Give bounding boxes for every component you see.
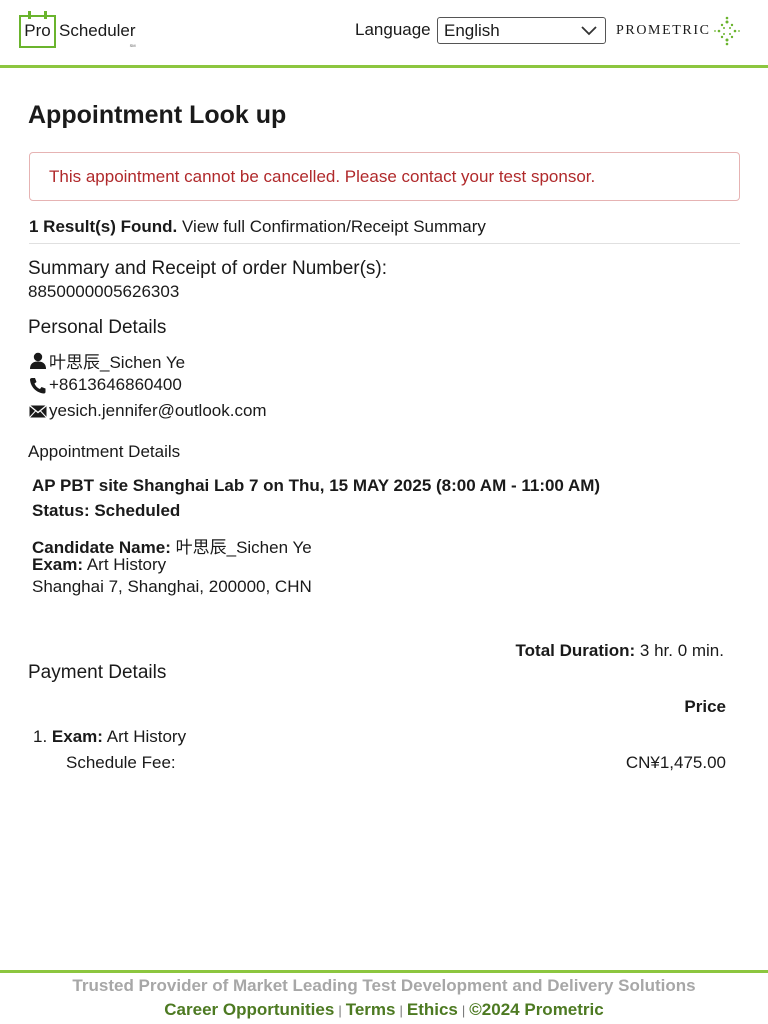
personal-email-row: yesich.jennifer@outlook.com bbox=[29, 401, 267, 421]
footer-divider bbox=[0, 970, 768, 973]
payment-item-value: Art History bbox=[106, 727, 187, 746]
test-center-address: Shanghai 7, Shanghai, 200000, CHN bbox=[32, 577, 312, 596]
footer-links: Career Opportunities | Terms | Ethics | ©2024 … bbox=[0, 1000, 768, 1020]
header: Pro Scheduler SM Language English PROMET… bbox=[0, 0, 768, 68]
personal-name-row: 叶思辰_Sichen Ye bbox=[29, 348, 185, 373]
duration-label: Total Duration: bbox=[515, 641, 636, 660]
footer-separator: | bbox=[399, 1003, 403, 1018]
exam-label: Exam: bbox=[32, 555, 84, 574]
language-selected-value: English bbox=[444, 20, 500, 40]
appointment-details-heading: Appointment Details bbox=[28, 442, 181, 461]
copyright-link[interactable]: ©2024 Prometric bbox=[469, 1000, 603, 1019]
payment-details-heading: Payment Details bbox=[28, 662, 167, 683]
exam-row: Exam: Art History bbox=[32, 555, 166, 575]
logo-word-text: Scheduler bbox=[59, 21, 136, 40]
prometric-wordmark: PROMETRIC bbox=[616, 23, 711, 38]
appointment-site: AP PBT site Shanghai Lab 7 on Thu, 15 MA… bbox=[32, 476, 601, 495]
logo-word: Scheduler SM bbox=[59, 21, 136, 48]
payment-item-label: Exam: bbox=[51, 727, 103, 746]
divider bbox=[29, 243, 740, 244]
order-number: 8850000005626303 bbox=[28, 282, 180, 301]
price-column-header: Price bbox=[684, 697, 726, 716]
user-icon bbox=[30, 352, 46, 369]
schedule-fee-value: CN¥1,475.00 bbox=[625, 753, 726, 772]
language-label: Language bbox=[355, 20, 431, 39]
personal-phone-row: +8613646860400 bbox=[29, 375, 182, 395]
ethics-link[interactable]: Ethics bbox=[407, 1000, 458, 1019]
appointment-status: Status: Scheduled bbox=[32, 501, 181, 520]
footer-tagline: Trusted Provider of Market Leading Test … bbox=[72, 976, 696, 995]
career-opportunities-link[interactable]: Career Opportunities bbox=[164, 1000, 334, 1019]
chevron-down-icon bbox=[581, 26, 597, 36]
personal-email: yesich.jennifer@outlook.com bbox=[49, 401, 267, 420]
duration-value: 3 hr. 0 min. bbox=[639, 641, 724, 660]
phone-icon bbox=[30, 377, 46, 393]
logo-service-mark: SM bbox=[129, 43, 136, 48]
terms-link[interactable]: Terms bbox=[346, 1000, 396, 1019]
schedule-fee-label: Schedule Fee: bbox=[66, 753, 176, 772]
payment-item-number: 1. bbox=[33, 727, 48, 746]
personal-details-heading: Personal Details bbox=[28, 317, 167, 338]
footer-separator: | bbox=[461, 1003, 466, 1018]
page-title: Appointment Look up bbox=[28, 101, 287, 129]
prometric-logo[interactable]: PROMETRIC bbox=[616, 14, 741, 48]
proscheduler-logo[interactable]: Pro Scheduler SM bbox=[19, 10, 136, 48]
envelope-icon bbox=[29, 404, 47, 418]
candidate-name-value: 叶思辰_Sichen Ye bbox=[175, 538, 312, 557]
footer-separator: | bbox=[338, 1003, 342, 1018]
view-confirmation-link[interactable]: View full Confirmation/Receipt Summary bbox=[182, 217, 486, 236]
results-summary: 1 Result(s) Found. View full Confirmatio… bbox=[29, 217, 486, 237]
prometric-star-icon bbox=[713, 16, 740, 46]
logo-box: Pro bbox=[19, 10, 56, 48]
payment-item: 1. Exam: Art History bbox=[33, 727, 186, 747]
language-select[interactable]: English bbox=[437, 17, 606, 44]
error-alert: This appointment cannot be cancelled. Pl… bbox=[29, 152, 740, 201]
results-count: 1 Result(s) Found. bbox=[29, 217, 178, 236]
total-duration: Total Duration: 3 hr. 0 min. bbox=[516, 641, 724, 661]
exam-value: Art History bbox=[86, 555, 167, 574]
alert-message: This appointment cannot be cancelled. Pl… bbox=[49, 166, 596, 186]
summary-heading: Summary and Receipt of order Number(s): bbox=[28, 258, 388, 279]
logo-box-text: Pro bbox=[24, 21, 51, 40]
personal-name: 叶思辰_Sichen Ye bbox=[49, 353, 186, 372]
personal-phone: +8613646860400 bbox=[49, 375, 182, 394]
